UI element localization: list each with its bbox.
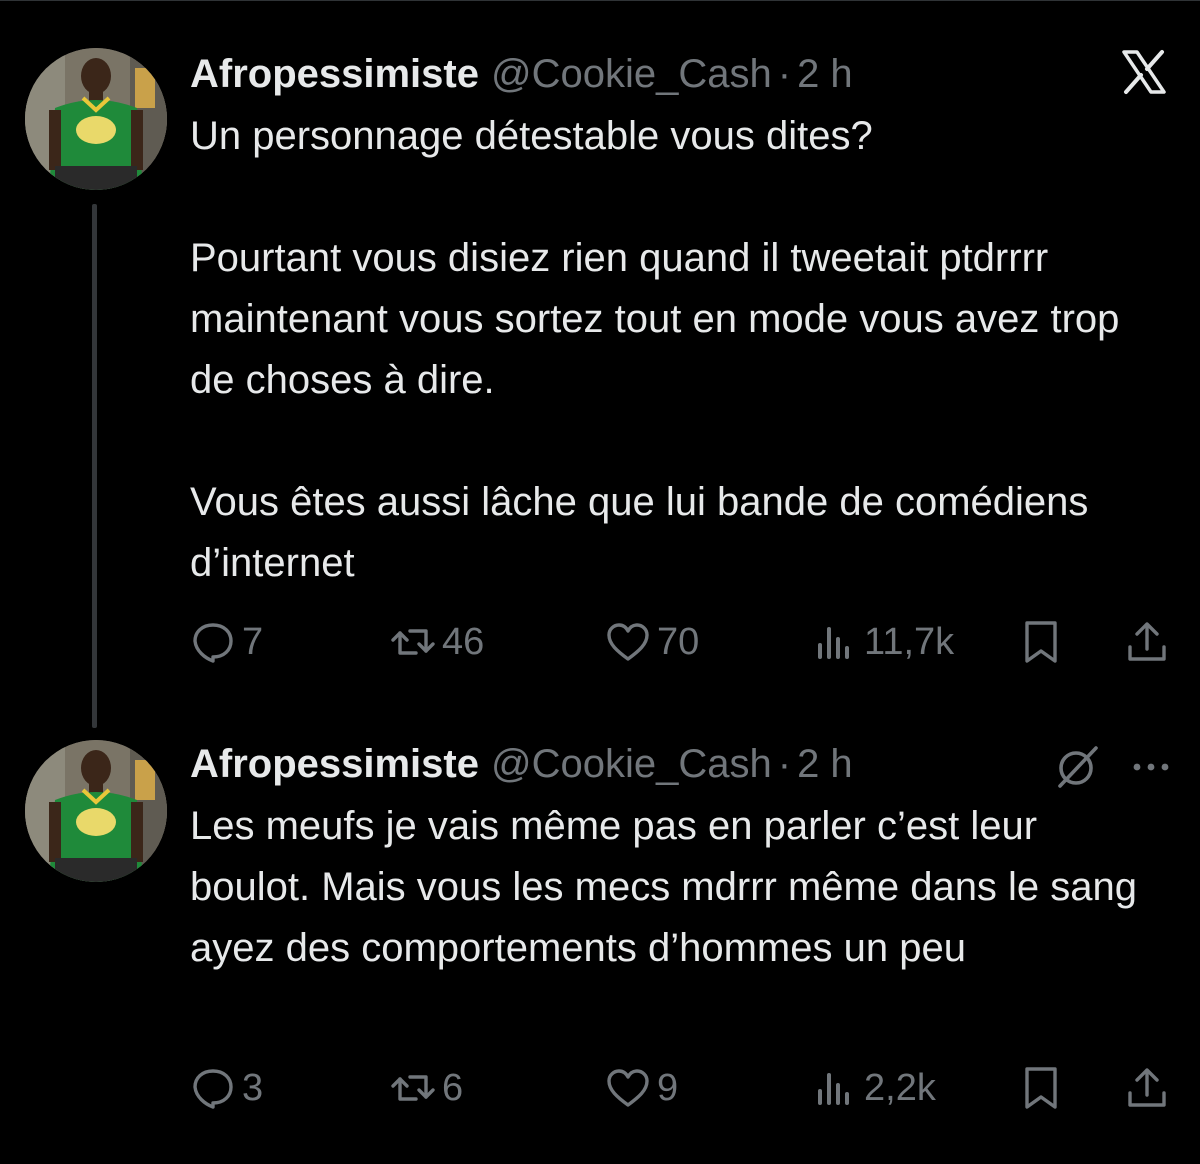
views-button[interactable]: 2,2k	[812, 1058, 936, 1118]
timestamp[interactable]: 2 h	[797, 742, 853, 786]
display-name[interactable]: Afropessimiste	[190, 742, 479, 786]
retweet-icon	[391, 1075, 435, 1101]
bookmark-button[interactable]	[1018, 612, 1064, 672]
reply-count: 7	[242, 620, 264, 663]
retweet-count: 46	[442, 620, 485, 663]
views-icon	[818, 627, 849, 659]
bookmark-icon	[1025, 1067, 1057, 1109]
tweet-text: Un personnage détestable vous dites? Pou…	[190, 114, 1120, 585]
like-button[interactable]: 9	[605, 1058, 678, 1118]
separator-dot: ·	[777, 742, 792, 786]
tweet-text: Les meufs je vais même pas en parler c’e…	[190, 804, 1149, 970]
more-options-icon[interactable]	[1128, 744, 1174, 790]
tweet-header: Afropessimiste @Cookie_Cash · 2 h	[190, 46, 853, 102]
reply-button[interactable]: 7	[190, 612, 263, 672]
views-button[interactable]: 11,7k	[812, 612, 954, 672]
retweet-button[interactable]: 46	[390, 612, 484, 672]
x-logo-icon[interactable]	[1118, 46, 1170, 98]
bookmark-icon	[1025, 621, 1057, 663]
share-icon	[1128, 622, 1166, 661]
share-icon	[1128, 1068, 1166, 1107]
reply-button[interactable]: 3	[190, 1058, 263, 1118]
handle[interactable]: @Cookie_Cash	[491, 742, 772, 786]
like-button[interactable]: 70	[605, 612, 699, 672]
reply-icon	[193, 623, 233, 663]
tweet-actions: 7 46 70 11,7k	[0, 612, 1200, 672]
display-name[interactable]: Afropessimiste	[190, 52, 479, 96]
heart-icon	[607, 623, 649, 661]
retweet-icon	[391, 629, 435, 655]
views-count: 2,2k	[864, 1066, 936, 1109]
tweet-actions: 3 6 9 2,2k	[0, 1058, 1200, 1118]
reply-count: 3	[242, 1066, 264, 1109]
like-count: 9	[657, 1066, 679, 1109]
handle[interactable]: @Cookie_Cash	[491, 52, 772, 96]
timestamp[interactable]: 2 h	[797, 52, 853, 96]
share-button[interactable]	[1124, 1058, 1170, 1118]
share-button[interactable]	[1124, 612, 1170, 672]
tweet[interactable]: Afropessimiste @Cookie_Cash · 2 h Les meufs…	[0, 720, 1200, 1164]
tweet[interactable]: Afropessimiste @Cookie_Cash · 2 h Un person…	[0, 0, 1200, 728]
views-icon	[818, 1073, 849, 1105]
separator-dot: ·	[777, 52, 792, 96]
retweet-count: 6	[442, 1066, 464, 1109]
heart-icon	[607, 1069, 649, 1107]
reply-icon	[193, 1069, 233, 1109]
views-count: 11,7k	[864, 620, 955, 663]
retweet-button[interactable]: 6	[390, 1058, 463, 1118]
grok-icon[interactable]	[1052, 740, 1104, 792]
bookmark-button[interactable]	[1018, 1058, 1064, 1118]
like-count: 70	[657, 620, 700, 663]
tweet-header: Afropessimiste @Cookie_Cash · 2 h	[190, 736, 853, 792]
avatar[interactable]	[25, 48, 167, 190]
avatar[interactable]	[25, 740, 167, 882]
